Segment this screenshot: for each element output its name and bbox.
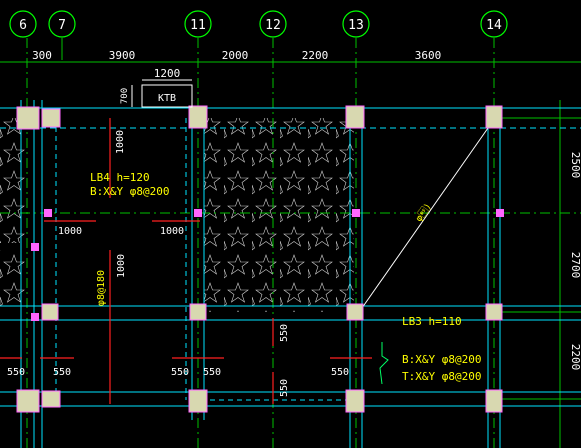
len-550-e: 550 xyxy=(331,367,349,378)
lb4-rebar: B:X&Y φ8@200 xyxy=(90,185,169,198)
dim-right-2500: 2500 xyxy=(569,152,581,179)
right-dimension-labels: 2500 2700 2200 xyxy=(569,152,581,371)
dim-right-2700: 2700 xyxy=(569,252,581,279)
break-symbol xyxy=(379,342,389,385)
hatch-region-left-upper xyxy=(0,118,27,243)
column-c11 xyxy=(188,389,208,413)
diagonal-rebar-note: φ) xyxy=(413,201,433,224)
len-550-b: 550 xyxy=(53,367,71,378)
axis-label-6: 6 xyxy=(19,18,27,33)
axis-label-7: 7 xyxy=(58,18,66,33)
column-c13 xyxy=(345,389,365,413)
marker-5 xyxy=(31,243,39,251)
len-1000-left: 1000 xyxy=(58,226,82,237)
len-1000-mid: 1000 xyxy=(116,254,127,278)
structural-plan-drawing: 1200 700 KTB 6 7 11 12 13 14 300 3900 20… xyxy=(0,10,581,448)
len-1000-top: 1000 xyxy=(115,130,126,154)
len-550-a: 550 xyxy=(7,367,25,378)
marker-1 xyxy=(44,209,52,217)
grid-axis-bubbles xyxy=(9,10,508,38)
len-550-g: 550 xyxy=(279,379,290,397)
axis-label-14: 14 xyxy=(486,18,502,33)
column-a11 xyxy=(188,105,208,129)
len-1000-right: 1000 xyxy=(160,226,184,237)
dim-3900: 3900 xyxy=(109,49,136,62)
column-a13 xyxy=(345,105,365,129)
lb4-name: LB4 h=120 xyxy=(90,171,150,184)
column-b7 xyxy=(41,303,59,321)
column-c6 xyxy=(16,389,40,413)
column-b11 xyxy=(189,303,207,321)
dim-3600: 3600 xyxy=(415,49,442,62)
marker-3 xyxy=(352,209,360,217)
lb3-rebar-top: T:X&Y φ8@200 xyxy=(402,370,481,383)
column-b14 xyxy=(485,303,503,321)
marker-4 xyxy=(496,209,504,217)
axis-label-12: 12 xyxy=(265,18,281,33)
slab-note-lb4: LB4 h=120 B:X&Y φ8@200 xyxy=(90,171,169,198)
lb3-name: LB3 h=110 xyxy=(402,315,462,328)
column-a14 xyxy=(485,105,503,129)
column-c7 xyxy=(41,390,61,408)
marker-2 xyxy=(194,209,202,217)
dim-300: 300 xyxy=(32,49,52,62)
column-a7 xyxy=(41,108,61,128)
hatch-region-left-lower xyxy=(0,250,27,310)
axis-label-13: 13 xyxy=(348,18,364,33)
opening-ktb: 1200 700 KTB xyxy=(120,67,193,108)
top-dimension-labels: 300 3900 2000 2200 3600 xyxy=(32,49,441,62)
axis-label-11: 11 xyxy=(190,18,206,33)
column-a6 xyxy=(16,106,40,130)
len-550-d: 550 xyxy=(203,367,221,378)
opening-tag-label: KTB xyxy=(158,93,176,104)
len-550-f: 550 xyxy=(279,324,290,342)
lb3-rebar-bottom: B:X&Y φ8@200 xyxy=(402,353,481,366)
dim-2000: 2000 xyxy=(222,49,249,62)
column-c14 xyxy=(485,389,503,413)
vertical-rebar-note: φ8@180 xyxy=(96,270,107,306)
opening-width-label: 1200 xyxy=(154,67,181,80)
opening-height-label: 700 xyxy=(120,88,130,104)
dim-right-2200: 2200 xyxy=(569,344,581,371)
hatched-slab-areas xyxy=(0,118,354,312)
slab-note-lb3: LB3 h=110 B:X&Y φ8@200 T:X&Y φ8@200 xyxy=(402,315,481,383)
dim-2200: 2200 xyxy=(302,49,329,62)
len-550-c: 550 xyxy=(171,367,189,378)
hatch-region-center xyxy=(204,118,354,312)
marker-6 xyxy=(31,313,39,321)
column-b13 xyxy=(346,303,364,321)
